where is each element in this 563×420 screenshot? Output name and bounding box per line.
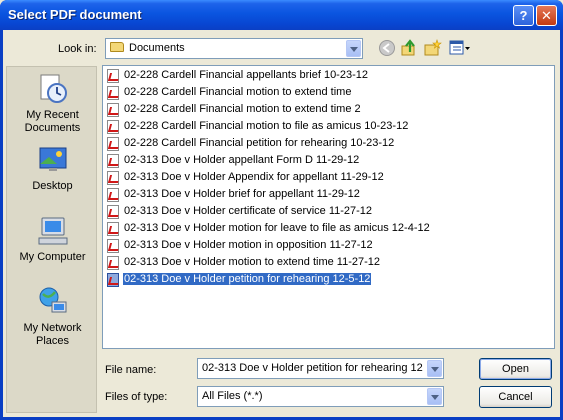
file-name: 02-313 Doe v Holder certificate of servi…: [124, 205, 373, 217]
place-label: My Computer: [19, 251, 86, 263]
dialog-body: Look in: Documents My Recent Documents D…: [3, 30, 560, 417]
folder-icon: [110, 42, 124, 52]
pdf-file-icon: [107, 103, 119, 117]
help-button[interactable]: ?: [513, 5, 534, 26]
chevron-down-icon[interactable]: [346, 40, 361, 57]
pdf-file-icon: [107, 205, 119, 219]
pdf-file-icon: [107, 154, 119, 168]
file-name: 02-228 Cardell Financial motion to file …: [124, 120, 409, 132]
title-bar[interactable]: Select PDF document ? ✕: [0, 0, 563, 30]
files-of-type-label: Files of type:: [105, 391, 168, 403]
file-name: 02-313 Doe v Holder Appendix for appella…: [124, 171, 384, 183]
new-folder-icon[interactable]: [424, 39, 442, 57]
place-label: My Recent: [26, 109, 79, 121]
place-my-computer[interactable]: My Computer: [7, 215, 98, 264]
chevron-down-icon[interactable]: [427, 360, 442, 377]
pdf-file-icon: [107, 188, 119, 202]
desktop-icon: [39, 147, 66, 171]
up-one-level-icon[interactable]: [400, 39, 418, 57]
place-label: Desktop: [32, 180, 73, 192]
place-my-network-places[interactable]: My Network Places: [7, 286, 98, 348]
back-icon[interactable]: [378, 39, 396, 57]
place-desktop[interactable]: Desktop: [7, 144, 98, 193]
place-my-recent-documents[interactable]: My Recent Documents: [7, 73, 98, 135]
file-name: 02-313 Doe v Holder petition for reheari…: [123, 273, 372, 285]
computer-icon: [38, 217, 67, 245]
file-name: 02-228 Cardell Financial motion to exten…: [124, 103, 361, 115]
place-label: My Network: [23, 322, 82, 334]
files-of-type-dropdown[interactable]: All Files (*.*): [197, 386, 444, 407]
pdf-file-icon: [107, 273, 119, 287]
file-name: 02-313 Doe v Holder motion in opposition…: [124, 239, 373, 251]
pdf-file-icon: [107, 86, 119, 100]
place-label: Places: [35, 335, 70, 347]
window-title: Select PDF document: [8, 7, 142, 22]
close-button[interactable]: ✕: [536, 5, 557, 26]
recent-documents-icon: [40, 74, 67, 103]
network-icon: [39, 287, 66, 313]
places-bar: My Recent Documents Desktop My Computer …: [6, 66, 97, 413]
file-name: 02-228 Cardell Financial petition for re…: [124, 137, 395, 149]
look-in-value: Documents: [129, 42, 185, 54]
pdf-file-icon: [107, 69, 119, 83]
open-button[interactable]: Open: [479, 358, 552, 380]
chevron-down-icon[interactable]: [427, 388, 442, 405]
cancel-button[interactable]: Cancel: [479, 386, 552, 408]
place-label: Documents: [24, 122, 81, 134]
look-in-dropdown[interactable]: Documents: [105, 38, 363, 59]
file-name: 02-313 Doe v Holder motion to extend tim…: [124, 256, 380, 268]
file-name: 02-313 Doe v Holder appellant Form D 11-…: [124, 154, 360, 166]
file-name-value[interactable]: 02-313 Doe v Holder petition for reheari…: [202, 362, 423, 374]
file-name: 02-313 Doe v Holder brief for appellant …: [124, 188, 360, 200]
file-name-label: File name:: [105, 364, 157, 376]
pdf-file-icon: [107, 171, 119, 185]
file-name: 02-228 Cardell Financial motion to exten…: [124, 86, 352, 98]
pdf-file-icon: [107, 239, 119, 253]
select-pdf-dialog: Select PDF document ? ✕ Look in: Documen…: [0, 0, 563, 420]
pdf-file-icon: [107, 120, 119, 134]
pdf-file-icon: [107, 222, 119, 236]
file-name-field[interactable]: 02-313 Doe v Holder petition for reheari…: [197, 358, 444, 379]
pdf-file-icon: [107, 256, 119, 270]
file-list[interactable]: 02-228 Cardell Financial appellants brie…: [102, 65, 555, 349]
look-in-label: Look in:: [58, 43, 97, 55]
file-name: 02-313 Doe v Holder motion for leave to …: [124, 222, 430, 234]
view-menu-icon[interactable]: [449, 39, 471, 57]
pdf-file-icon: [107, 137, 119, 151]
file-name: 02-228 Cardell Financial appellants brie…: [124, 69, 368, 81]
files-of-type-value: All Files (*.*): [202, 390, 263, 402]
